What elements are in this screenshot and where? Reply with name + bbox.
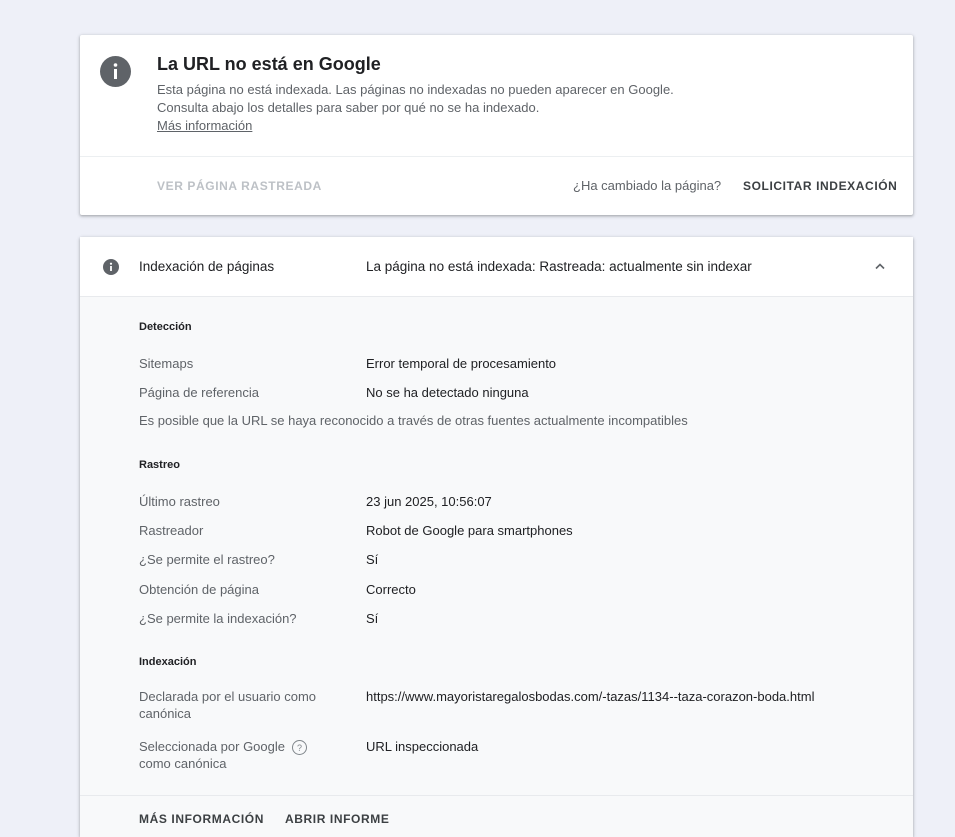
info-icon bbox=[103, 259, 119, 275]
page-changed-question: ¿Ha cambiado la página? bbox=[573, 178, 722, 193]
referrer-label: Página de referencia bbox=[139, 385, 259, 400]
request-indexing-button[interactable]: SOLICITAR INDEXACIÓN bbox=[743, 179, 897, 193]
view-crawled-page-button[interactable]: VER PÁGINA RASTREADA bbox=[157, 179, 322, 193]
crawler-label: Rastreador bbox=[139, 523, 204, 538]
more-info-button[interactable]: MÁS INFORMACIÓN bbox=[139, 812, 264, 826]
page-indexing-status: La página no está indexada: Rastreada: a… bbox=[366, 259, 752, 274]
help-icon[interactable]: ? bbox=[292, 740, 307, 755]
more-info-link[interactable]: Más información bbox=[157, 118, 252, 133]
page-indexing-card: Indexación de páginas La página no está … bbox=[80, 237, 913, 837]
divider bbox=[80, 795, 913, 796]
divider bbox=[80, 156, 913, 157]
page-fetch-value: Correcto bbox=[366, 582, 416, 597]
page-fetch-label: Obtención de página bbox=[139, 582, 259, 597]
info-icon bbox=[100, 56, 131, 87]
status-title: La URL no está en Google bbox=[157, 54, 381, 74]
last-crawl-label: Último rastreo bbox=[139, 494, 220, 509]
section-title-detection: Detección bbox=[139, 321, 192, 333]
user-canonical-label: Declarada por el usuario como canónica bbox=[139, 689, 317, 721]
referrer-value: No se ha detectado ninguna bbox=[366, 385, 529, 400]
google-canonical-value: URL inspeccionada bbox=[366, 739, 479, 754]
last-crawl-value: 23 jun 2025, 10:56:07 bbox=[366, 494, 492, 509]
index-allowed-value: Sí bbox=[366, 611, 379, 626]
section-title-crawl: Rastreo bbox=[139, 459, 180, 471]
user-canonical-value: https://www.mayoristaregalosbodas.com/-t… bbox=[366, 689, 815, 704]
sitemaps-value: Error temporal de procesamiento bbox=[366, 356, 557, 371]
sitemaps-label: Sitemaps bbox=[139, 356, 194, 371]
index-allowed-label: ¿Se permite la indexación? bbox=[139, 611, 297, 626]
google-canonical-label-text: Seleccionada por Google como canónica bbox=[139, 739, 285, 771]
google-canonical-label: Seleccionada por Google como canónica bbox=[139, 738, 289, 772]
page-indexing-label: Indexación de páginas bbox=[139, 259, 275, 274]
open-report-button[interactable]: ABRIR INFORME bbox=[285, 812, 389, 826]
crawl-allowed-label: ¿Se permite el rastreo? bbox=[139, 552, 275, 567]
status-description: Esta página no está indexada. Las página… bbox=[157, 82, 674, 115]
detection-note: Es posible que la URL se haya reconocido… bbox=[139, 413, 688, 428]
page-indexing-details: Detección Sitemaps Error temporal de pro… bbox=[80, 297, 913, 837]
url-status-card: La URL no está en Google Esta página no … bbox=[80, 35, 913, 215]
section-title-indexing: Indexación bbox=[139, 656, 197, 668]
crawler-value: Robot de Google para smartphones bbox=[366, 523, 573, 538]
page-indexing-header[interactable]: Indexación de páginas La página no está … bbox=[80, 237, 913, 297]
crawl-allowed-value: Sí bbox=[366, 552, 379, 567]
chevron-up-icon[interactable] bbox=[873, 259, 887, 273]
